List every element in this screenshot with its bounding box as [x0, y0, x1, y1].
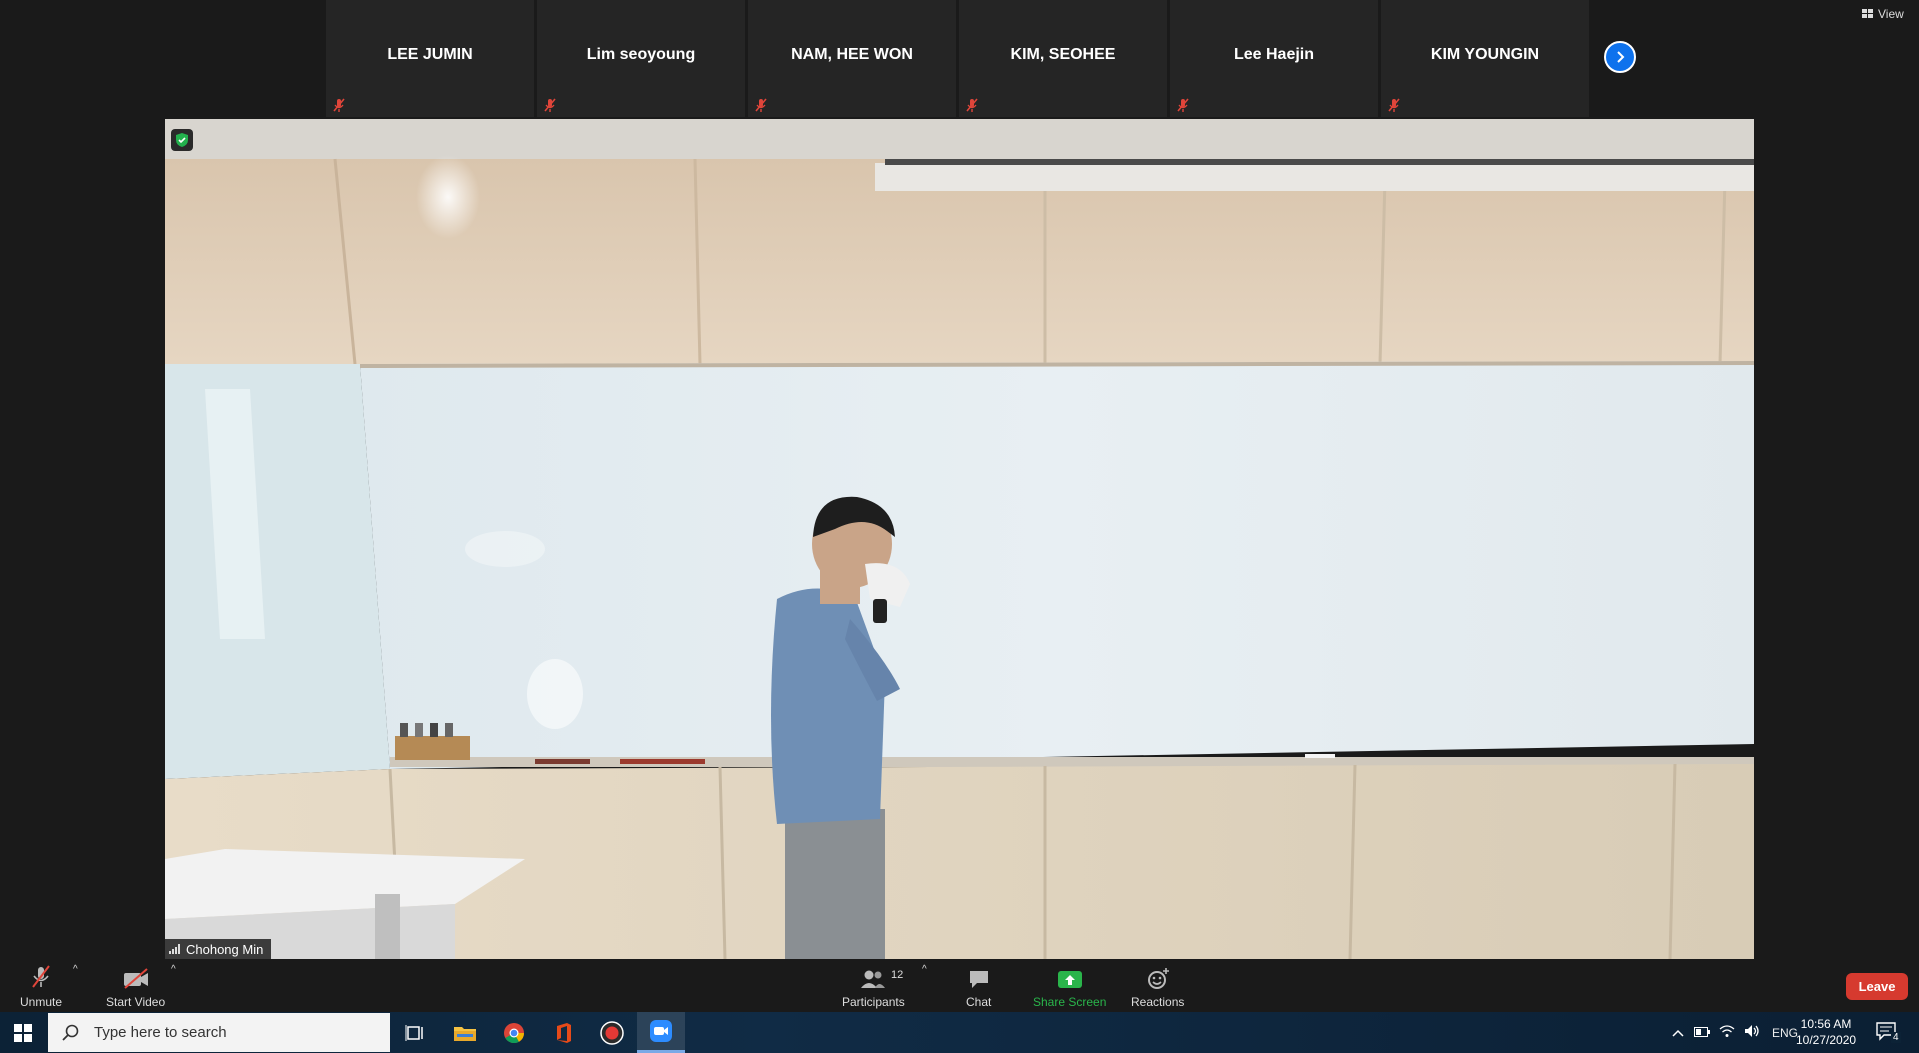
speaker-name-label: Chohong Min — [165, 939, 272, 959]
participant-name: KIM, SEOHEE — [1010, 46, 1116, 63]
participant-tile[interactable]: Lim seoyoung — [537, 0, 745, 117]
taskbar-clock[interactable]: 10:56 AM 10/27/2020 — [1796, 1016, 1856, 1048]
start-video-label: Start Video — [106, 995, 166, 1009]
mic-muted-icon — [755, 98, 767, 112]
volume-button[interactable] — [1744, 1024, 1760, 1041]
windows-logo-icon — [14, 1023, 32, 1042]
wifi-icon — [1719, 1025, 1735, 1037]
zoom-button[interactable] — [637, 1012, 685, 1053]
participant-name: Lee Haejin — [1233, 46, 1315, 63]
participant-tile[interactable]: KIM, SEOHEE — [959, 0, 1167, 117]
office-button[interactable] — [539, 1012, 587, 1053]
system-tray: ENG — [1672, 1012, 1798, 1053]
view-button[interactable]: View — [1862, 7, 1904, 21]
task-view-icon — [405, 1024, 423, 1041]
participants-label: Participants — [842, 995, 905, 1009]
recorder-button[interactable] — [588, 1012, 636, 1053]
active-speaker-video[interactable]: Chohong Min — [165, 119, 1754, 959]
security-shield[interactable] — [171, 129, 193, 151]
zoom-icon — [650, 1020, 672, 1042]
reactions-label: Reactions — [1131, 995, 1185, 1009]
participant-name: KIM YOUNGIN — [1430, 46, 1540, 63]
clock-time: 10:56 AM — [1800, 1017, 1852, 1031]
signal-strength-icon — [169, 944, 180, 954]
grid-view-icon — [1862, 9, 1873, 18]
meeting-toolbar: Unmute ^ Start Video ^ Participants 12 ^… — [0, 960, 1919, 1012]
chevron-right-icon — [1617, 51, 1625, 63]
participant-name: NAM, HEE WON — [791, 46, 913, 63]
file-explorer-button[interactable] — [441, 1012, 489, 1053]
mic-muted-icon — [32, 965, 50, 988]
battery-icon — [1694, 1026, 1710, 1037]
reactions-icon — [1147, 968, 1169, 989]
chat-label: Chat — [966, 995, 992, 1009]
participants-options-caret[interactable]: ^ — [922, 964, 927, 975]
share-screen-label: Share Screen — [1033, 995, 1107, 1009]
leave-button[interactable]: Leave — [1846, 973, 1908, 1000]
video-off-icon — [123, 968, 148, 989]
audio-options-caret[interactable]: ^ — [73, 964, 78, 975]
taskbar-search[interactable]: Type here to search — [48, 1013, 390, 1052]
participant-tile[interactable]: KIM YOUNGIN — [1381, 0, 1589, 117]
chat-icon — [969, 971, 988, 988]
participant-tile[interactable]: LEE JUMIN — [326, 0, 534, 117]
classroom-video-frame — [165, 119, 1754, 959]
shield-check-icon — [176, 133, 188, 147]
task-view-button[interactable] — [391, 1012, 439, 1053]
volume-icon — [1745, 1025, 1759, 1037]
mic-muted-icon — [966, 98, 978, 112]
network-button[interactable] — [1719, 1024, 1735, 1041]
video-options-caret[interactable]: ^ — [171, 964, 176, 975]
chevron-up-icon — [1672, 1029, 1684, 1037]
participant-name: Lim seoyoung — [586, 46, 696, 63]
windows-taskbar: Type here to search ENG 10:56 AM 10/27/2… — [0, 1012, 1919, 1053]
participants-icon — [861, 970, 886, 988]
notification-count: 4 — [1891, 1032, 1901, 1043]
mic-muted-icon — [1177, 98, 1189, 112]
action-center-button[interactable]: 4 — [1874, 1018, 1904, 1046]
participant-name: LEE JUMIN — [387, 46, 473, 63]
search-placeholder: Type here to search — [94, 1024, 227, 1041]
unmute-label: Unmute — [20, 995, 63, 1009]
start-button[interactable] — [0, 1012, 46, 1053]
file-explorer-icon — [454, 1026, 476, 1041]
office-icon — [557, 1022, 571, 1043]
mic-muted-icon — [1388, 98, 1400, 112]
mic-muted-icon — [333, 98, 345, 112]
reactions-button[interactable]: Reactions — [1131, 964, 1184, 1009]
next-page-button[interactable] — [1604, 41, 1636, 73]
unmute-button[interactable]: Unmute — [20, 964, 62, 1009]
participant-strip: LEE JUMIN Lim seoyoung NAM, HEE WON KIM,… — [0, 0, 1919, 118]
view-label: View — [1878, 7, 1904, 21]
recorder-icon — [600, 1020, 624, 1045]
speaker-name: Chohong Min — [186, 941, 264, 957]
search-icon — [62, 1024, 79, 1041]
start-video-button[interactable]: Start Video — [106, 964, 165, 1009]
mic-muted-icon — [544, 98, 556, 112]
battery-button[interactable] — [1694, 1026, 1710, 1040]
show-hidden-icons-button[interactable] — [1672, 1026, 1684, 1040]
clock-date: 10/27/2020 — [1796, 1033, 1857, 1047]
participant-tile[interactable]: NAM, HEE WON — [748, 0, 956, 117]
share-screen-icon — [1057, 971, 1082, 988]
chat-button[interactable]: Chat — [966, 964, 991, 1009]
participant-tile[interactable]: Lee Haejin — [1170, 0, 1378, 117]
chrome-button[interactable] — [490, 1012, 538, 1053]
input-language-button[interactable]: ENG — [1772, 1026, 1798, 1040]
participant-count: 12 — [891, 969, 904, 981]
chrome-icon — [504, 1022, 525, 1043]
share-screen-button[interactable]: Share Screen — [1033, 964, 1106, 1009]
